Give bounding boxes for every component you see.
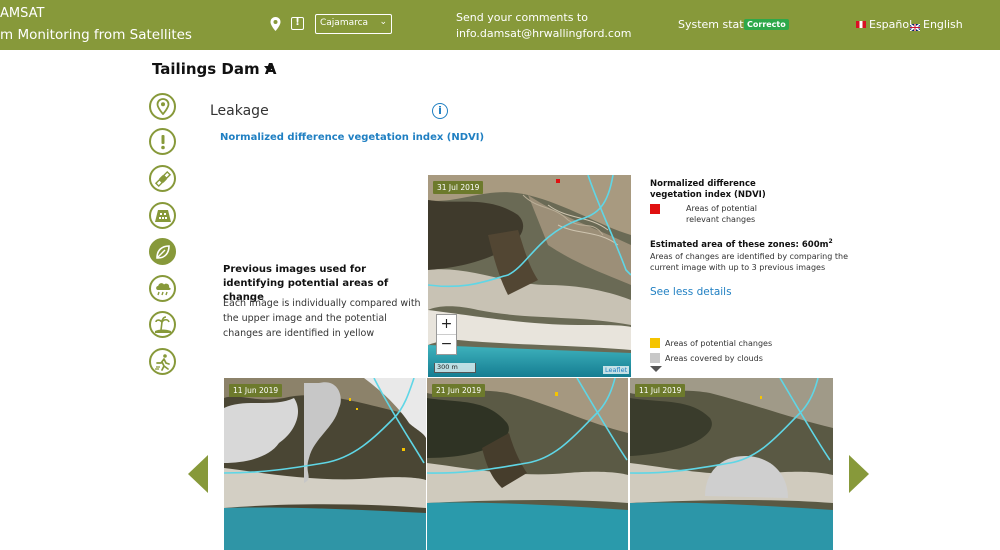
legend-red-swatch <box>650 204 660 214</box>
comments-block: Send your comments to info.damsat@hrwall… <box>456 10 631 42</box>
legend-yellow-label: Areas of potential changes <box>665 339 773 348</box>
previous-arrow-button[interactable] <box>188 455 208 493</box>
uk-flag-icon <box>909 21 921 32</box>
legend-gray-swatch <box>650 353 660 363</box>
lang-en-link[interactable]: English <box>909 18 963 32</box>
palm-tree-icon <box>154 315 171 333</box>
sidebar-vegetation-icon[interactable] <box>149 238 176 265</box>
section-title: Leakage <box>210 103 269 119</box>
legend-title: Normalized difference vegetation index (… <box>650 179 766 200</box>
image-date-badge: 21 Jun 2019 <box>432 384 486 397</box>
leaflet-attribution[interactable]: Leaflet <box>603 366 630 374</box>
image-date-badge: 11 Jun 2019 <box>229 384 283 397</box>
status-badge: Correcto <box>744 19 789 30</box>
zoom-control: + − <box>436 314 457 355</box>
location-select[interactable]: Cajamarca ⌄ <box>315 14 392 34</box>
previous-image-3[interactable]: 11 Jul 2019 <box>630 378 833 550</box>
previous-image-1[interactable]: 11 Jun 2019 <box>224 378 426 550</box>
legend-gray-label: Areas covered by clouds <box>665 354 763 363</box>
location-pin-icon[interactable] <box>270 17 281 31</box>
sidebar-weather-icon[interactable] <box>149 275 176 302</box>
zoom-out-button[interactable]: − <box>437 335 456 354</box>
sidebar-dam-icon[interactable] <box>149 202 176 229</box>
chevron-down-icon: ⌄ <box>379 17 387 27</box>
previous-image-2[interactable]: 21 Jun 2019 <box>427 378 628 550</box>
comments-email-link[interactable]: info.damsat@hrwallingford.com <box>456 26 631 42</box>
sidebar-location-icon[interactable] <box>149 93 176 120</box>
lang-es-label: Español <box>869 18 913 31</box>
main-map[interactable]: 31 Jul 2019 <box>428 175 631 377</box>
brand-subtitle: m Monitoring from Satellites <box>0 27 192 43</box>
lang-es-link[interactable]: Español <box>856 18 912 31</box>
satellite-image <box>428 175 631 377</box>
caret-down-icon[interactable] <box>264 66 274 72</box>
alert-icon[interactable]: ! <box>291 17 304 30</box>
sidebar-runner-icon[interactable] <box>149 348 176 375</box>
satellite-icon <box>154 170 171 187</box>
dam-icon <box>154 209 171 222</box>
legend-red-label: Areas of potential relevant changes <box>686 204 757 224</box>
ndvi-link[interactable]: Normalized difference vegetation index (… <box>220 132 484 143</box>
comments-text: Send your comments to <box>456 11 588 24</box>
lang-en-label: English <box>923 18 963 31</box>
brand-title: AMSAT <box>0 6 45 21</box>
location-select-value: Cajamarca <box>320 18 369 28</box>
estimated-area-label: Estimated area of these zones: 600m2 <box>650 238 833 250</box>
location-pin-icon <box>156 98 169 115</box>
sidebar-alert-icon[interactable] <box>149 128 176 155</box>
legend-yellow-swatch <box>650 338 660 348</box>
info-icon[interactable]: i <box>432 103 448 119</box>
cloud-rain-icon <box>155 282 171 295</box>
zoom-in-button[interactable]: + <box>437 315 456 334</box>
sidebar-island-icon[interactable] <box>149 311 176 338</box>
top-bar: AMSAT m Monitoring from Satellites ! Caj… <box>0 0 1000 50</box>
map-scale: 300 m <box>434 363 476 373</box>
leaf-icon <box>155 244 170 259</box>
previous-images-description: Each image is individually compared with… <box>223 298 421 339</box>
estimated-area-desc: Areas of changes are identified by compa… <box>650 252 848 272</box>
dam-selector[interactable]: Tailings Dam A <box>152 60 276 78</box>
runner-icon <box>154 353 170 371</box>
map-date-badge: 31 Jul 2019 <box>433 181 484 194</box>
sidebar-satellite-icon[interactable] <box>149 165 176 192</box>
exclamation-icon <box>160 134 165 149</box>
peru-flag-icon <box>856 21 866 28</box>
legend-caret-icon[interactable] <box>650 366 662 372</box>
image-date-badge: 11 Jul 2019 <box>635 384 686 397</box>
next-arrow-button[interactable] <box>849 455 869 493</box>
see-less-details-link[interactable]: See less details <box>650 286 732 298</box>
